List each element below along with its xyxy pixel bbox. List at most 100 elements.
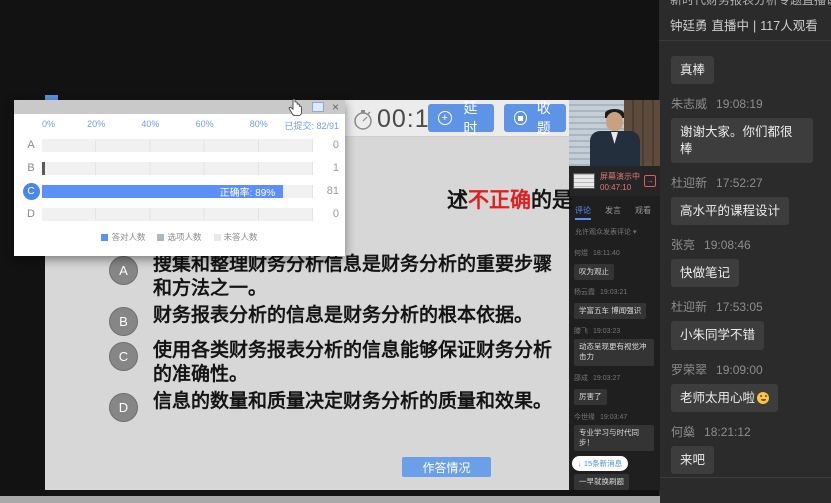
legend-swatch-icon [214, 234, 221, 241]
live-chat-sidebar: 新时代财务报表分析专题直播课 钟廷勇直播中|117人观看 真棒朱志威19:08:… [659, 0, 831, 503]
bar-track: 正确率: 89% [42, 185, 313, 198]
question-highlight: 不正确 [468, 189, 531, 212]
option-letter-badge: C [109, 342, 138, 371]
screenshare-status-bar: 屏幕演示中 00:47:10 → [568, 166, 660, 196]
bar-value: 1 [313, 162, 339, 174]
chat-bubble: 来吧 [671, 446, 714, 474]
comment-bubble: 专业学习与时代同步！ [574, 425, 654, 451]
tab-评论[interactable]: 评论 [575, 205, 591, 220]
comments-tabs: 评论发言观看 [568, 196, 660, 223]
chat-bubble: 小朱同学不错 [671, 321, 764, 349]
poll-rows: A0 B 1 C正确率: 89% 81 D 0 [20, 134, 339, 225]
presenter-video-tile[interactable] [568, 100, 660, 166]
axis-tick-label: 0% [42, 119, 55, 129]
bar-value: 0 [313, 139, 339, 151]
axis-tick-label: 60% [196, 119, 214, 129]
chat-time: 19:08:46 [704, 238, 751, 252]
stopwatch-icon [353, 108, 373, 132]
extend-time-label: 延时 [457, 98, 484, 138]
comment-bubble: 一早就换刷题 [574, 474, 629, 490]
chat-bubble: 真棒 [671, 56, 714, 84]
comment-meta: 邵成19:03:27 [574, 373, 654, 383]
close-icon[interactable]: × [332, 102, 339, 112]
legend-item: 答对人数 [101, 231, 145, 243]
comment-bubble: 厉害了 [574, 389, 607, 405]
comments-permission-note[interactable]: 允许观众发表评论 ▾ [568, 223, 660, 241]
poll-bar-row: C正确率: 89% 81 [20, 180, 339, 202]
poll-ticks: 0%20%40%60%80% [42, 119, 313, 134]
poll-chart: 0%20%40%60%80% 已提交: 82/91 A0B1C正确率: 89%8… [14, 114, 345, 243]
legend-swatch-icon [101, 234, 108, 241]
comment-author: 滕飞 [574, 328, 588, 335]
chat-bubble: 高水平的课程设计 [671, 197, 789, 225]
option-letter-badge: D [109, 393, 138, 422]
options-list: A搜集和整理财务分析信息是财务分析的重要步骤和方法之一。 B 财务报表分析的信息是财… [109, 253, 564, 425]
option-row[interactable]: A搜集和整理财务分析信息是财务分析的重要步骤和方法之一。 [109, 253, 564, 301]
option-letter-badge: A [109, 256, 138, 285]
category-label: D [27, 208, 35, 220]
chat-time: 17:52:27 [716, 176, 763, 190]
bar-track [42, 162, 313, 175]
new-messages-pill[interactable]: ↓ 15条新消息 [572, 456, 628, 471]
option-row[interactable]: B 财务报表分析的信息是财务分析的根本依据。 [109, 304, 564, 336]
legend-swatch-icon [157, 234, 164, 241]
question-text: 述不正确的是 [447, 184, 573, 214]
comment-time: 19:03:21 [600, 289, 627, 296]
poll-legend: 答对人数选项人数未答人数 [20, 231, 339, 243]
extend-time-button[interactable]: + 延时 [428, 104, 494, 132]
stream-title-clipped: 新时代财务报表分析专题直播课 [670, 0, 831, 8]
category-label: B [27, 162, 34, 174]
chat-bubble: 快做笔记 [671, 259, 739, 287]
bar-fill [42, 162, 45, 175]
bar-value: 81 [313, 185, 339, 197]
exit-screenshare-icon[interactable]: → [644, 175, 656, 187]
axis-tick-label: 40% [141, 119, 159, 129]
chat-time: 19:09:00 [716, 363, 763, 377]
poll-results-window: × 0%20%40%60%80% 已提交: 82/91 A0B1C正确率: 89… [14, 100, 345, 256]
screenshare-thumbnail[interactable] [573, 173, 595, 189]
comment-meta: 今世缘19:03:47 [574, 412, 654, 422]
viewer-count: 117人观看 [760, 19, 817, 33]
chat-input-area[interactable] [659, 477, 831, 503]
option-text: 使用各类财务报表分析的信息能够保证财务分析的准确性。 [153, 339, 564, 387]
submitted-count: 已提交: 82/91 [284, 119, 339, 132]
tab-发言[interactable]: 发言 [605, 205, 621, 220]
comment-author: 杨云霞 [574, 289, 595, 296]
option-row[interactable]: D信息的数量和质量决定财务分析的质量和效果。 [109, 390, 564, 422]
chat-meta: 杜迎新17:52:27 [671, 174, 819, 191]
poll-bar-row: A0 [20, 134, 339, 156]
option-row[interactable]: C 使用各类财务报表分析的信息能够保证财务分析的准确性。 [109, 339, 564, 387]
chat-time: 19:08:19 [716, 97, 763, 111]
bar-track [42, 208, 313, 221]
comment-meta: 滕飞19:03:23 [574, 326, 654, 336]
chat-time: 18:21:12 [704, 425, 751, 439]
presenter-face [606, 112, 623, 131]
comments-list: 何煜18:11:40叹为观止杨云霞19:03:21学富五车 博闻强识滕飞19:0… [568, 248, 660, 490]
chat-bubble: 老师太用心啦 [671, 384, 778, 412]
streamer-info: 钟廷勇直播中|117人观看 [670, 15, 822, 34]
comments-panel: 评论发言观看 允许观众发表评论 ▾ 何煜18:11:40叹为观止杨云霞19:03… [568, 196, 660, 490]
option-text: 财务报表分析的信息是财务分析的根本依据。 [153, 304, 533, 336]
option-letter-badge: B [109, 307, 138, 336]
screenshare-duration: 00:47:10 [600, 183, 640, 192]
chat-time: 17:53:05 [716, 300, 763, 314]
caret-down-icon: ▾ [633, 229, 637, 236]
chat-message-list[interactable]: 真棒朱志威19:08:19谢谢大家。你们都很棒杜迎新17:52:27高水平的课程… [659, 41, 831, 503]
live-status: 直播中 [712, 19, 750, 33]
divider: | [753, 19, 756, 33]
legend-item: 未答人数 [214, 231, 258, 243]
comment-bubble: 动态呈现更有视觉冲击力 [574, 339, 654, 365]
category-label: C [23, 183, 40, 200]
answer-status-button[interactable]: 作答情况 [402, 457, 491, 477]
tab-观看[interactable]: 观看 [635, 205, 651, 220]
bar-fill: 正确率: 89% [42, 185, 283, 198]
poll-axis: 0%20%40%60%80% 已提交: 82/91 [20, 119, 339, 134]
comment-author: 何煜 [574, 250, 588, 257]
stream-header: 新时代财务报表分析专题直播课 钟廷勇直播中|117人观看 [659, 0, 831, 41]
collect-question-button[interactable]: 收题 [504, 104, 566, 132]
chat-author: 杜迎新 [671, 300, 707, 314]
comment-time: 18:11:40 [593, 250, 620, 257]
comment-author: 邵成 [574, 375, 588, 382]
maximize-icon[interactable] [312, 102, 324, 112]
comment-bubble: 学富五车 博闻强识 [574, 303, 646, 319]
